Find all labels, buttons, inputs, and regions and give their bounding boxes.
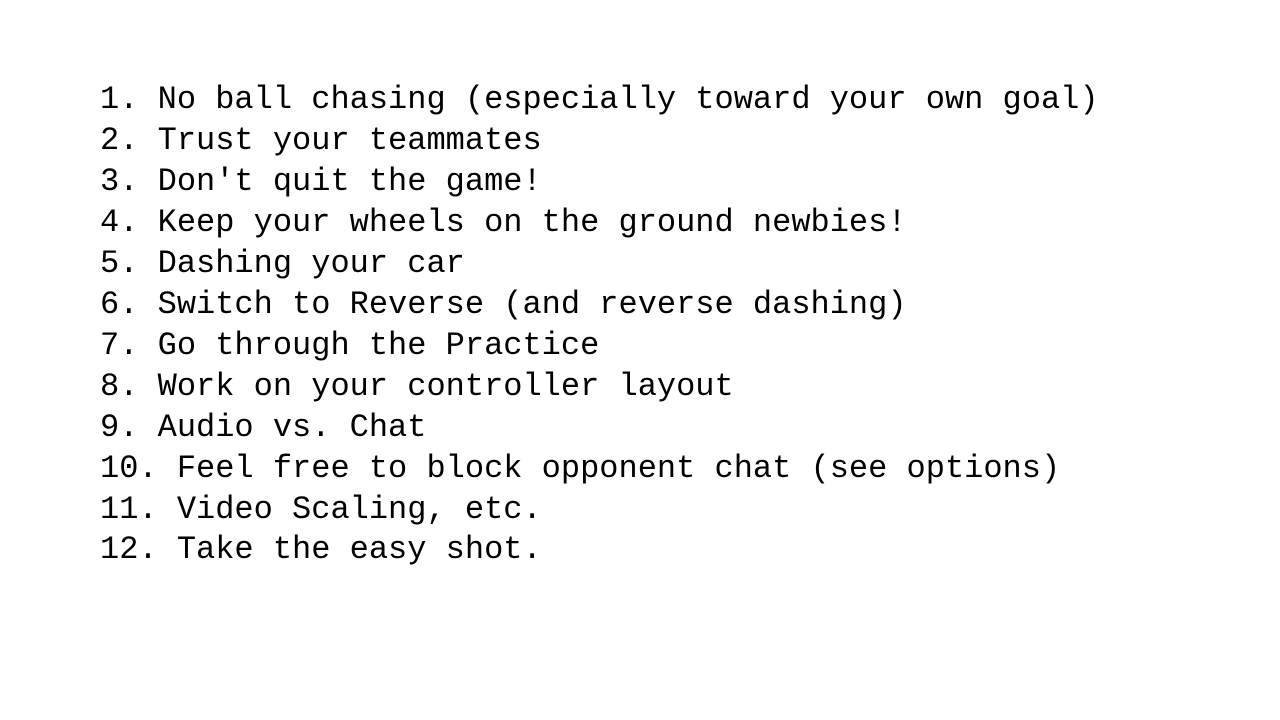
item-text: Go through the Practice: [158, 327, 600, 364]
item-number: 12.: [100, 531, 177, 568]
item-text: Don't quit the game!: [158, 163, 542, 200]
item-text: Audio vs. Chat: [158, 409, 427, 446]
item-text: Work on your controller layout: [158, 368, 734, 405]
item-number: 1.: [100, 81, 158, 118]
list-item: 7. Go through the Practice: [100, 326, 1099, 367]
list-item: 12. Take the easy shot.: [100, 530, 1099, 571]
item-text: Dashing your car: [158, 245, 465, 282]
item-number: 3.: [100, 163, 158, 200]
list-item: 9. Audio vs. Chat: [100, 408, 1099, 449]
item-number: 5.: [100, 245, 158, 282]
item-number: 7.: [100, 327, 158, 364]
list-item: 2. Trust your teammates: [100, 121, 1099, 162]
list-item: 4. Keep your wheels on the ground newbie…: [100, 203, 1099, 244]
item-number: 6.: [100, 286, 158, 323]
item-number: 10.: [100, 450, 177, 487]
list-item: 11. Video Scaling, etc.: [100, 490, 1099, 531]
item-text: Trust your teammates: [158, 122, 542, 159]
item-number: 2.: [100, 122, 158, 159]
item-text: No ball chasing (especially toward your …: [158, 81, 1099, 118]
tips-list: 1. No ball chasing (especially toward yo…: [100, 80, 1099, 571]
list-item: 10. Feel free to block opponent chat (se…: [100, 449, 1099, 490]
list-item: 6. Switch to Reverse (and reverse dashin…: [100, 285, 1099, 326]
item-text: Keep your wheels on the ground newbies!: [158, 204, 907, 241]
list-item: 3. Don't quit the game!: [100, 162, 1099, 203]
item-number: 8.: [100, 368, 158, 405]
list-item: 5. Dashing your car: [100, 244, 1099, 285]
item-text: Switch to Reverse (and reverse dashing): [158, 286, 907, 323]
item-number: 4.: [100, 204, 158, 241]
list-item: 8. Work on your controller layout: [100, 367, 1099, 408]
item-number: 11.: [100, 491, 177, 528]
item-number: 9.: [100, 409, 158, 446]
item-text: Video Scaling, etc.: [177, 491, 542, 528]
main-content: 1. No ball chasing (especially toward yo…: [0, 0, 1129, 601]
item-text: Take the easy shot.: [177, 531, 542, 568]
list-item: 1. No ball chasing (especially toward yo…: [100, 80, 1099, 121]
item-text: Feel free to block opponent chat (see op…: [177, 450, 1060, 487]
